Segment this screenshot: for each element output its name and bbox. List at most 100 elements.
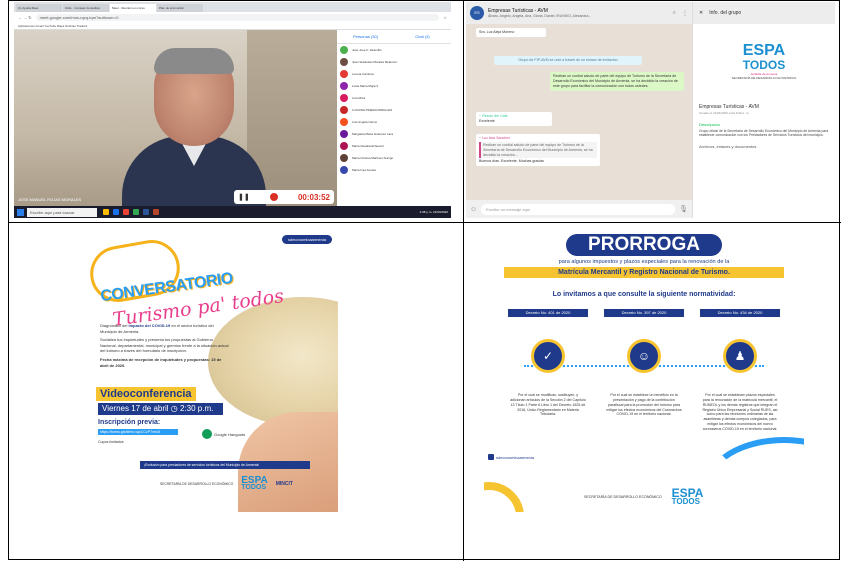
chat-area: Sra. Luz Aleja Moreno Grupo de FIP-AVM s… [466, 24, 692, 200]
tab-people[interactable]: Personas (30) [337, 30, 394, 43]
participant-item[interactable]: Juan Sebastian Morales Betancur [337, 56, 451, 68]
compose-bar: ☺ Escribe un mensaje aquí 🎙 [466, 200, 692, 218]
chat-message: Sra. Luz Aleja Moreno [476, 28, 546, 37]
secretaria-logo: SECRETARÍA DE DESARROLLO ECONÓMICO [584, 494, 662, 499]
word-icon[interactable] [143, 209, 149, 215]
meeting-icon: ♟ [723, 339, 757, 373]
secretaria-logo: SECRETARÍA DE DESARROLLO ECONÓMICO [160, 481, 234, 486]
close-icon[interactable]: ✕ [699, 10, 703, 16]
prorroga-band: Matrícula Mercantil y Registro Nacional … [504, 267, 784, 278]
url-input[interactable]: meet.google.com/mns-rqcq-tqm?authuser=0 [35, 13, 440, 21]
decorative-arc [484, 482, 524, 512]
logo-esp: ESPA [742, 41, 786, 59]
speaker-name: JOSE MANUEL ROJAS MORALES [18, 197, 82, 202]
taskbar-clock: 4:38 p.m. 21/04/2020 [419, 210, 448, 214]
decree-text: Por el cual se establecen plazos especia… [702, 393, 778, 431]
participant-name: Lina Mora [352, 96, 366, 100]
message-text: Excelente [479, 118, 495, 123]
browser-tab[interactable]: Plan de promoción [157, 4, 203, 12]
bookmarks-bar[interactable]: Aplicaciones Gmail YouTube Maps Noticias… [14, 22, 451, 30]
emoji-icon[interactable]: ☺ [470, 206, 477, 213]
browser-tab[interactable]: Ciclo · Consejo Consultivo [63, 4, 109, 12]
videoconference-label: Videoconferencia [96, 387, 196, 401]
participant-name: LUCIANA PINEDA MIRALLES [352, 108, 393, 112]
chrome-icon[interactable] [123, 209, 129, 215]
decree-text: Por el cual se establece un beneficio en… [606, 393, 682, 417]
conversatorio-poster: sdeconomicaarmenia CONVERSATORIO Turismo… [70, 227, 338, 512]
participant-item[interactable]: Maria Claudia Echeverri [337, 140, 451, 152]
star-icon[interactable]: ☆ [443, 15, 447, 20]
limited-seats: Cupos limitados [98, 440, 124, 444]
browser-tab[interactable]: (1) Ayuda Meet [16, 4, 62, 12]
participant-item[interactable]: LUCIANA PINEDA MIRALLES [337, 104, 451, 116]
tab-chat[interactable]: Chat (3) [394, 30, 451, 43]
app-icon[interactable] [133, 209, 139, 215]
decree-column: Decreto No. 397 de 2020 ☺ Por el cual se… [604, 309, 684, 417]
address-bar: ← → ↻ meet.google.com/mns-rqcq-tqm?authu… [14, 12, 451, 22]
participant-name: Jose Jose F. Jaramillo [352, 48, 382, 52]
participant-item[interactable]: Margarita Maria Gutierrez Lara [337, 128, 451, 140]
group-avatar: ES [470, 6, 484, 20]
message-input[interactable]: Escribe un mensaje aquí [481, 203, 676, 215]
participant-item[interactable]: Lorena Cardona [337, 68, 451, 80]
record-icon[interactable] [269, 193, 278, 201]
windows-start-icon[interactable] [17, 208, 24, 216]
more-icon[interactable]: ⋮ [682, 10, 688, 17]
prorroga-title: PRORROGA [566, 234, 722, 256]
registration-link[interactable]: https://forms.gle/kfmn-wjcCCzPTmn3t [98, 429, 178, 435]
pause-icon[interactable]: ❚❚ [238, 193, 250, 201]
recording-timer: 00:03:52 [297, 192, 330, 202]
back-icon[interactable]: ← [18, 15, 22, 20]
edge-icon[interactable] [113, 209, 119, 215]
reload-icon[interactable]: ↻ [28, 15, 31, 20]
poster-logos: SECRETARÍA DE DESARROLLO ECONÓMICO ESPA … [160, 476, 293, 491]
group-info-panel: ✕ Info. del grupo ESPA TODOS Alcaldía de… [692, 2, 835, 218]
windows-taskbar: Escribe aquí para buscar 4:38 p.m. 21/04… [14, 206, 451, 218]
powerpoint-icon[interactable] [153, 209, 159, 215]
participant-item[interactable]: Jose Jose F. Jaramillo [337, 44, 451, 56]
browser-tab-active[interactable]: Meet · Reunión en curso [110, 4, 156, 12]
participant-item[interactable]: Maria Ines Acosta [337, 164, 451, 176]
decree-text: Por el cual se modifican, sustituyen, y … [510, 393, 586, 417]
participant-item[interactable]: Luis Angela Carmo [337, 116, 451, 128]
instagram-handle: sdeconomicaarmenia [281, 235, 332, 244]
grid-divider-vertical [463, 1, 464, 561]
forward-icon[interactable]: → [23, 15, 27, 20]
logo-secretaria: SECRETARÍA DE DESARROLLO ECONÓMICO [731, 76, 797, 81]
participant-name: Margarita Maria Gutierrez Lara [352, 132, 394, 136]
participant-name: Maria Cristina Martinez Arango [352, 156, 394, 160]
participant-name: Luisa Maria Mejia S [352, 84, 379, 88]
avatar [340, 106, 348, 114]
avatar [340, 154, 348, 162]
speaker-hair [154, 48, 234, 74]
avatar [340, 58, 348, 66]
group-logo: ESPA TODOS Alcaldía de Armenia SECRETARÍ… [693, 24, 835, 100]
decorative-arc [704, 437, 804, 512]
participant-item[interactable]: Maria Cristina Martinez Arango [337, 152, 451, 164]
calendar-check-icon: ✓ [531, 339, 565, 373]
participant-item[interactable]: Lina Mora [337, 92, 451, 104]
file-explorer-icon[interactable] [103, 209, 109, 215]
hangouts-logo: Google Hangouts [202, 429, 245, 439]
chat-header[interactable]: ES Empresas Turísticas - AVM Álvaro, Ang… [466, 2, 692, 24]
prorroga-logos: SECRETARÍA DE DESARROLLO ECONÓMICO ESPA … [584, 486, 704, 506]
avatar [340, 130, 348, 138]
registration-label: Inscripción previa: [98, 419, 161, 426]
participant-item[interactable]: Luisa Maria Mejia S [337, 80, 451, 92]
files-label[interactable]: Archivos, enlaces y documentos [693, 138, 835, 151]
participants-panel: Personas (30) Chat (3) Jose Jose F. Jara… [337, 30, 451, 206]
whatsapp-screenshot: ES Empresas Turísticas - AVM Álvaro, Ang… [466, 2, 835, 218]
espatodos-logo: ESPA TODOS [671, 486, 704, 506]
participant-name: Lorena Cardona [352, 72, 374, 76]
search-icon[interactable]: ⌕ [673, 10, 676, 17]
grid-divider-horizontal [9, 222, 841, 223]
system-message: Grupo de FIP-AVM se unió a través de un … [494, 56, 642, 65]
chat-message-outgoing: Reciban un cordial saludo de parte del e… [550, 72, 684, 91]
participant-name: Maria Claudia Echeverri [352, 144, 385, 148]
taskbar-search[interactable]: Escribe aquí para buscar [27, 207, 97, 217]
facebook-icon [488, 454, 494, 460]
microphone-icon[interactable]: 🎙 [679, 205, 688, 213]
people-icon: ☺ [627, 339, 661, 373]
mincit-logo: MINCIT [275, 480, 293, 487]
decree-column: Decreto No. 401 de 2020 ✓ Por el cual se… [508, 309, 588, 417]
